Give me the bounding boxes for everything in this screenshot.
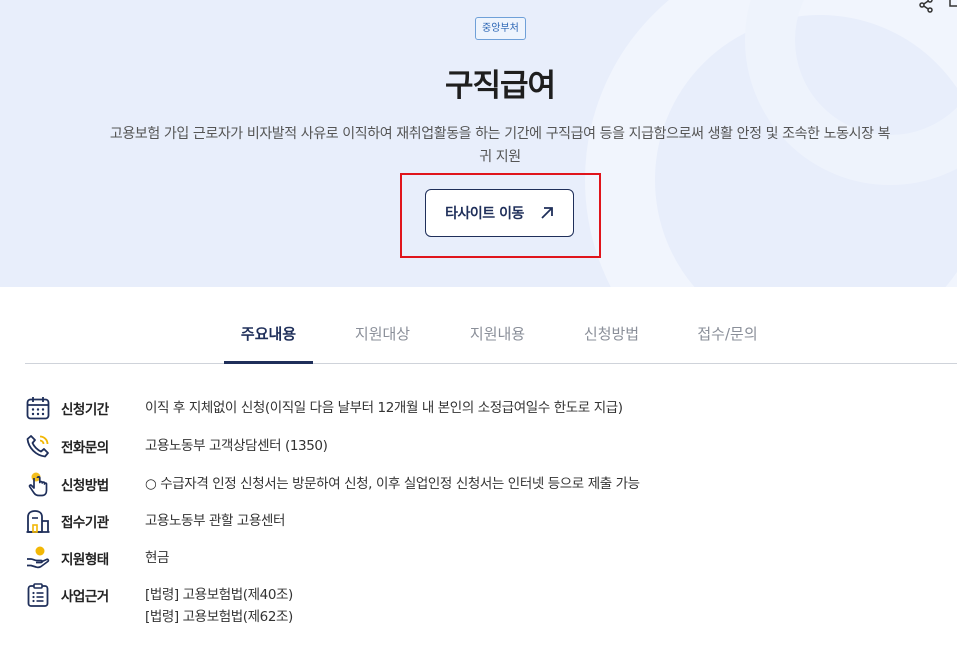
hand-coin-icon — [27, 546, 50, 569]
info-label: 신청방법 — [61, 478, 109, 494]
page-title: 구직급여 — [444, 68, 556, 104]
info-value: 현금 — [145, 550, 170, 566]
info-value: 이직 후 지체없이 신청(이직일 다음 날부터 12개월 내 본인의 소정급여일… — [145, 400, 623, 416]
info-label: 지원형태 — [61, 552, 109, 568]
print-icon — [949, 0, 957, 7]
info-value: [법령] 고용보험법(제40조) — [145, 587, 293, 603]
info-label: 접수기관 — [61, 515, 109, 531]
share-button[interactable] — [913, 0, 939, 16]
tab-contact[interactable]: 접수/문의 — [681, 305, 774, 364]
info-value: [법령] 고용보험법(제62조) — [145, 609, 293, 625]
info-value: 고용노동부 고객상담센터 (1350) — [145, 438, 328, 454]
category-badge: 중앙부처 — [475, 17, 526, 40]
phone-icon — [26, 435, 49, 458]
info-label: 전화문의 — [61, 440, 109, 456]
print-button[interactable] — [948, 0, 957, 12]
calendar-icon — [26, 397, 50, 420]
tab-benefits[interactable]: 지원내용 — [453, 305, 542, 364]
info-label: 신청기간 — [61, 402, 109, 418]
info-value: ○ 수급자격 인정 신청서는 방문하여 신청, 이후 실업인정 신청서는 인터넷… — [145, 476, 640, 492]
tab-eligibility[interactable]: 지원대상 — [338, 305, 427, 364]
share-icon — [919, 0, 933, 13]
clipboard-list-icon — [27, 583, 49, 607]
info-value: 고용노동부 관할 고용센터 — [145, 513, 286, 529]
content-tabs: 주요내용 지원대상 지원내용 신청방법 접수/문의 — [25, 305, 957, 364]
info-label: 사업근거 — [61, 589, 109, 605]
tab-main-content[interactable]: 주요내용 — [224, 305, 313, 364]
arrow-up-right-icon — [541, 207, 553, 219]
external-site-label: 타사이트 이동 — [445, 206, 524, 222]
external-site-button[interactable]: 타사이트 이동 — [425, 189, 574, 237]
hero-section: 중앙부처 구직급여 고용보험 가입 근로자가 비자발적 사유로 이직하여 재취업… — [0, 0, 957, 287]
hand-pointer-icon — [28, 472, 48, 497]
service-description: 고용보험 가입 근로자가 비자발적 사유로 이직하여 재취업활동을 하는 기간에… — [109, 126, 891, 165]
building-icon — [26, 510, 50, 533]
tab-how-to-apply[interactable]: 신청방법 — [567, 305, 656, 364]
